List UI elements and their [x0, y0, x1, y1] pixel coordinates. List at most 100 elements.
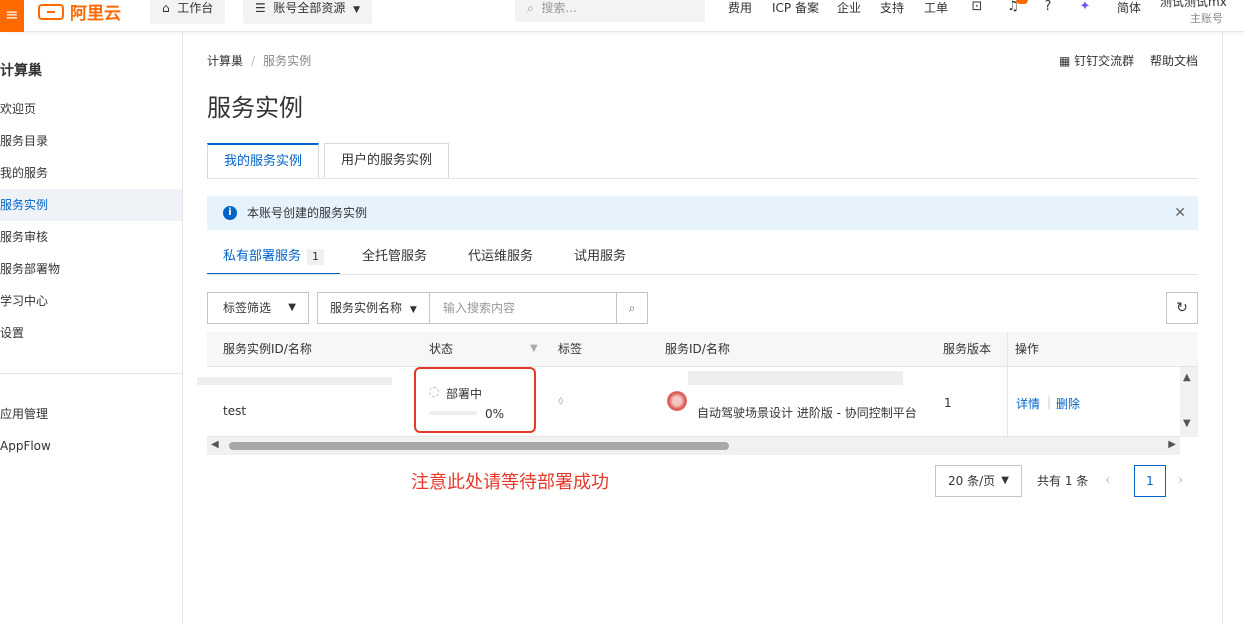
account-role: 主账号 [1190, 12, 1223, 25]
dingtalk-label: 钉钉交流群 [1074, 54, 1135, 68]
next-page-icon[interactable]: › [1178, 465, 1183, 497]
sidebar-item-review[interactable]: 服务审核 [0, 221, 182, 253]
subtab-count-badge: 1 [307, 249, 325, 265]
page-number-button[interactable]: 1 [1134, 465, 1166, 497]
annotation-text: 注意此处请等待部署成功 [411, 472, 609, 493]
account-name[interactable]: 测试测试mx [1160, 0, 1227, 10]
table-header: 服务实例ID/名称 状态 ▼ 标签 服务ID/名称 服务版本 操作 [207, 332, 1198, 367]
filter-icon[interactable]: ▼ [530, 343, 540, 354]
global-search-placeholder: 搜索... [541, 1, 577, 15]
scrollbar-thumb[interactable] [229, 442, 729, 450]
help-icon[interactable]: ? [1040, 0, 1056, 16]
top-navigation-bar: ≡ 阿里云 ⌂ 工作台 ☰ 账号全部资源 ▼ ⌕ 搜索... 费用 ICP 备案… [0, 0, 1244, 32]
subtab-fully-managed[interactable]: 全托管服务 [346, 241, 443, 275]
chevron-down-icon: ▼ [1001, 475, 1009, 486]
close-icon[interactable]: ✕ [1174, 196, 1186, 230]
list-icon: ☰ [255, 1, 266, 15]
refresh-icon[interactable]: ↻ [1166, 292, 1198, 324]
logo-text: 阿里云 [70, 4, 121, 24]
subtab-private-deploy-label: 私有部署服务 [223, 249, 302, 264]
home-icon: ⌂ [162, 1, 170, 15]
sidebar: 计算巢 欢迎页 服务目录 我的服务 服务实例 服务审核 服务部署物 学习中心 设… [0, 32, 183, 624]
tag-filter-button[interactable]: 标签筛选 ▼ [207, 292, 309, 324]
sidebar-item-catalog[interactable]: 服务目录 [0, 125, 182, 157]
sidebar-item-my-services[interactable]: 我的服务 [0, 157, 182, 189]
nav-link-support[interactable]: 支持 [880, 0, 904, 16]
actions-column-divider [1007, 332, 1008, 437]
sidebar-divider [0, 373, 182, 374]
column-header-status: 状态 [429, 342, 454, 356]
search-icon: ⌕ [527, 1, 534, 15]
workbench-button[interactable]: ⌂ 工作台 [150, 0, 226, 24]
sidebar-item-app-management[interactable]: 应用管理 [0, 398, 182, 430]
nav-link-fees[interactable]: 费用 [728, 0, 752, 16]
notification-badge [1016, 0, 1028, 4]
breadcrumb-root[interactable]: 计算巢 [207, 54, 243, 68]
service-version: 1 [944, 396, 952, 410]
nav-link-ticket[interactable]: 工单 [924, 0, 948, 16]
search-input[interactable] [431, 293, 617, 323]
tab-my-instances[interactable]: 我的服务实例 [207, 143, 320, 179]
sidebar-item-learning[interactable]: 学习中心 [0, 285, 182, 317]
scroll-up-icon[interactable]: ▲ [1183, 372, 1191, 383]
language-switch[interactable]: 简体 [1117, 0, 1141, 16]
details-link[interactable]: 详情 [1016, 395, 1040, 412]
menu-icon[interactable]: ≡ [0, 0, 24, 32]
help-docs-link[interactable]: 帮助文档 [1150, 52, 1198, 69]
chevron-down-icon: ▼ [353, 5, 360, 15]
subtab-managed-ops[interactable]: 代运维服务 [452, 241, 549, 275]
action-separator: | [1047, 395, 1052, 409]
terminal-icon[interactable]: ⊡ [969, 0, 985, 16]
search-icon[interactable]: ⌕ [616, 293, 647, 323]
column-header-tags: 标签 [558, 342, 583, 356]
page-size-label: 20 条/页 [948, 474, 996, 488]
search-group: 服务实例名称 ▼ ⌕ [317, 292, 648, 324]
scroll-right-icon[interactable]: ▶ [1168, 439, 1176, 450]
subtab-private-deploy[interactable]: 私有部署服务 1 [207, 241, 341, 275]
qr-icon: ▦ [1059, 54, 1071, 68]
subtabs-underline [207, 274, 1198, 275]
aliyun-logo[interactable]: 阿里云 [38, 0, 121, 32]
redacted-service-id [688, 371, 903, 385]
notice-text: 本账号创建的服务实例 [247, 206, 368, 220]
dingtalk-group-link[interactable]: ▦ 钉钉交流群 [1059, 52, 1134, 69]
page-title: 服务实例 [207, 94, 303, 122]
info-notice: i 本账号创建的服务实例 ✕ [207, 196, 1198, 230]
nav-link-enterprise[interactable]: 企业 [837, 0, 861, 16]
nav-link-icp[interactable]: ICP 备案 [772, 0, 819, 16]
scroll-left-icon[interactable]: ◀ [211, 439, 219, 450]
vertical-scrollbar[interactable]: ▲ ▼ [1180, 367, 1198, 437]
service-name[interactable]: 自动驾驶场景设计 进阶版 - 协同控制平台 [697, 404, 917, 421]
prev-page-icon[interactable]: ‹ [1105, 465, 1110, 497]
resources-label: 账号全部资源 [273, 1, 346, 15]
chevron-down-icon: ▼ [409, 305, 417, 315]
sidebar-item-service-instances[interactable]: 服务实例 [0, 189, 182, 221]
instance-name[interactable]: test [223, 404, 246, 418]
info-icon: i [223, 206, 237, 220]
workbench-label: 工作台 [177, 1, 214, 15]
column-header-instance: 服务实例ID/名称 [223, 342, 312, 356]
sidebar-item-settings[interactable]: 设置 [0, 317, 182, 349]
horizontal-scrollbar[interactable]: ◀ ▶ [207, 437, 1180, 455]
resources-dropdown[interactable]: ☰ 账号全部资源 ▼ [243, 0, 372, 24]
page-size-select[interactable]: 20 条/页 ▼ [935, 465, 1022, 497]
ai-assistant-icon[interactable]: ✦ [1077, 0, 1093, 16]
redacted-instance-id [197, 377, 392, 385]
scroll-down-icon[interactable]: ▼ [1183, 418, 1191, 429]
search-field-label: 服务实例名称 [330, 301, 403, 315]
subtab-trial[interactable]: 试用服务 [558, 241, 642, 275]
content-right-border [1222, 32, 1223, 624]
column-header-actions: 操作 [1015, 342, 1040, 356]
tab-user-instances[interactable]: 用户的服务实例 [324, 143, 450, 179]
global-search-input[interactable]: ⌕ 搜索... [515, 0, 705, 22]
search-field-select[interactable]: 服务实例名称 ▼ [318, 293, 430, 323]
sidebar-item-appflow[interactable]: AppFlow [0, 430, 182, 462]
sidebar-item-welcome[interactable]: 欢迎页 [0, 93, 182, 125]
delete-link[interactable]: 删除 [1056, 395, 1080, 412]
breadcrumb-current: 服务实例 [263, 54, 312, 68]
service-logo [667, 391, 687, 411]
aliyun-logo-mark [38, 4, 64, 20]
breadcrumb: 计算巢 / 服务实例 [207, 54, 312, 68]
tag-icon[interactable]: ⬨ [558, 393, 563, 408]
sidebar-item-artifacts[interactable]: 服务部署物 [0, 253, 182, 285]
